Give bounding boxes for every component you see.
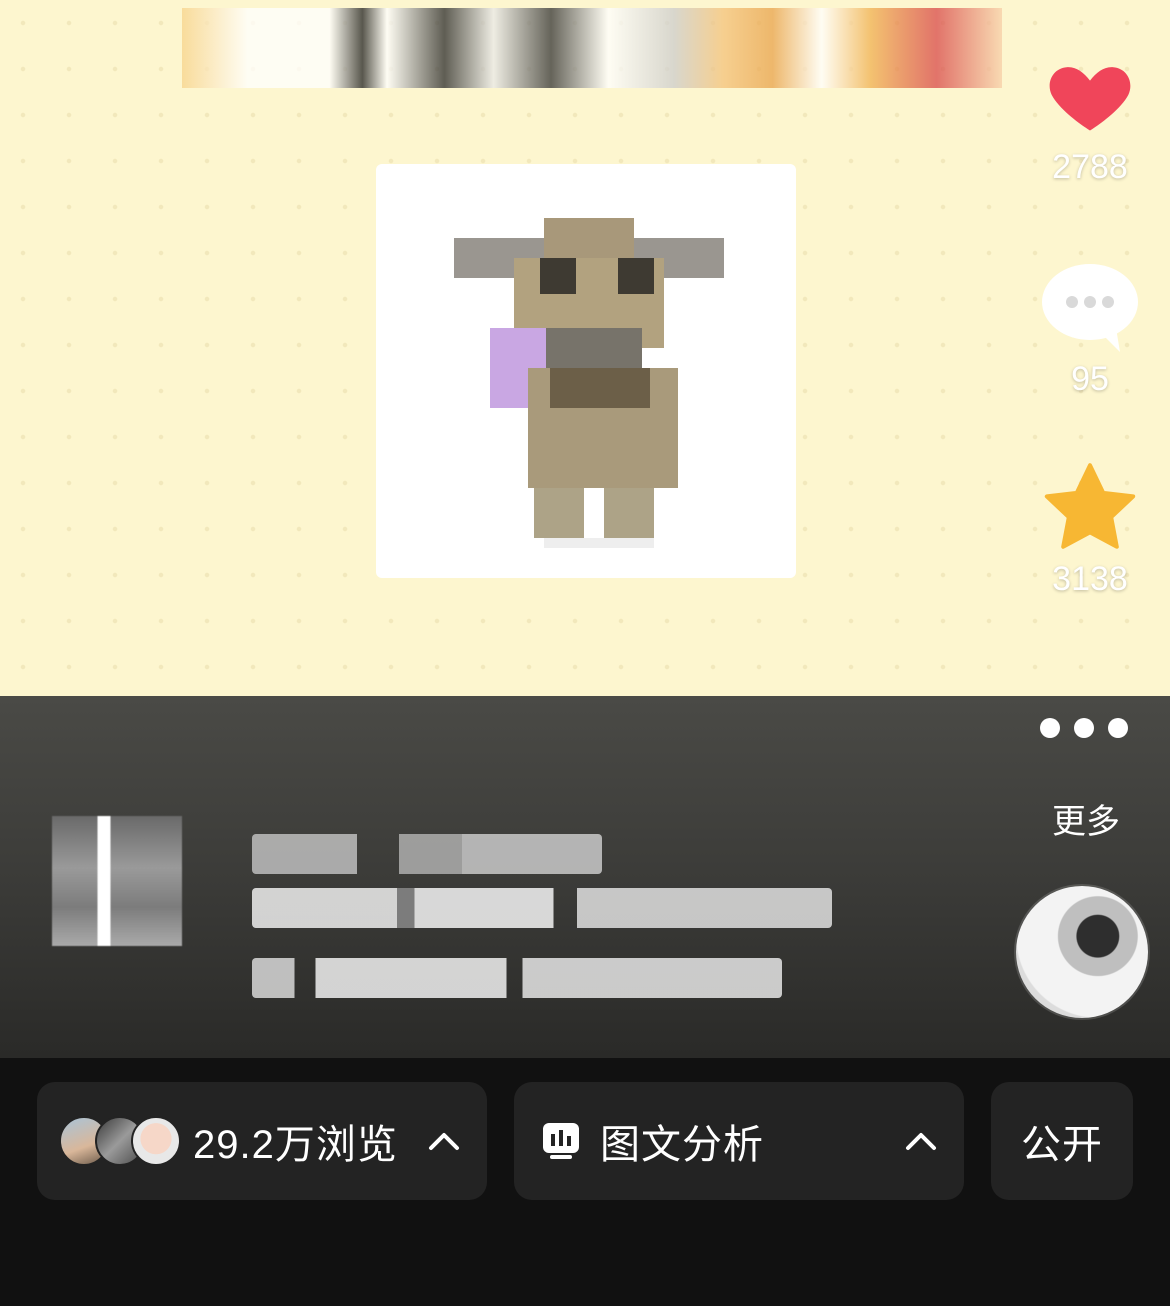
favorite-count: 3138 (1052, 560, 1128, 598)
post-photo[interactable] (376, 164, 796, 578)
views-label: 29.2万浏览 (193, 1123, 398, 1167)
analysis-label: 图文分析 (600, 1123, 764, 1167)
viewer-avatars (59, 1116, 183, 1166)
comment-button[interactable]: 95 (1010, 262, 1170, 399)
more-button[interactable]: 更多 (1052, 794, 1120, 843)
comment-bubble-icon (1042, 264, 1138, 352)
post-info-panel: 更多 (0, 696, 1170, 1058)
chevron-up-icon (429, 1133, 459, 1150)
bar-chart-icon (543, 1123, 579, 1159)
visibility-button[interactable]: 公开 (991, 1082, 1133, 1200)
favorite-button[interactable]: 3138 (1010, 462, 1170, 599)
post-title-banner (182, 8, 1002, 88)
views-button[interactable]: 29.2万浏览 (37, 1082, 487, 1200)
author-avatar[interactable] (52, 816, 182, 946)
star-icon (1044, 463, 1136, 549)
author-name[interactable] (252, 834, 602, 874)
like-count: 2788 (1052, 148, 1128, 186)
chevron-up-icon (906, 1133, 936, 1150)
music-disc[interactable] (1016, 886, 1148, 1018)
like-button[interactable]: 2788 (1010, 50, 1170, 187)
more-dots-icon[interactable] (1040, 718, 1128, 738)
bottom-stats-bar: 29.2万浏览 图文分析 公开 (0, 1058, 1170, 1306)
visibility-label: 公开 (1021, 1123, 1103, 1167)
pet-image (454, 218, 724, 548)
comment-count: 95 (1071, 360, 1109, 398)
heart-icon (1049, 67, 1131, 131)
viewer-avatar (131, 1116, 181, 1166)
post-caption (252, 888, 832, 928)
analysis-button[interactable]: 图文分析 (514, 1082, 964, 1200)
post-caption-line-2 (252, 958, 782, 998)
post-image-area[interactable]: 2788 95 3138 (0, 0, 1170, 696)
